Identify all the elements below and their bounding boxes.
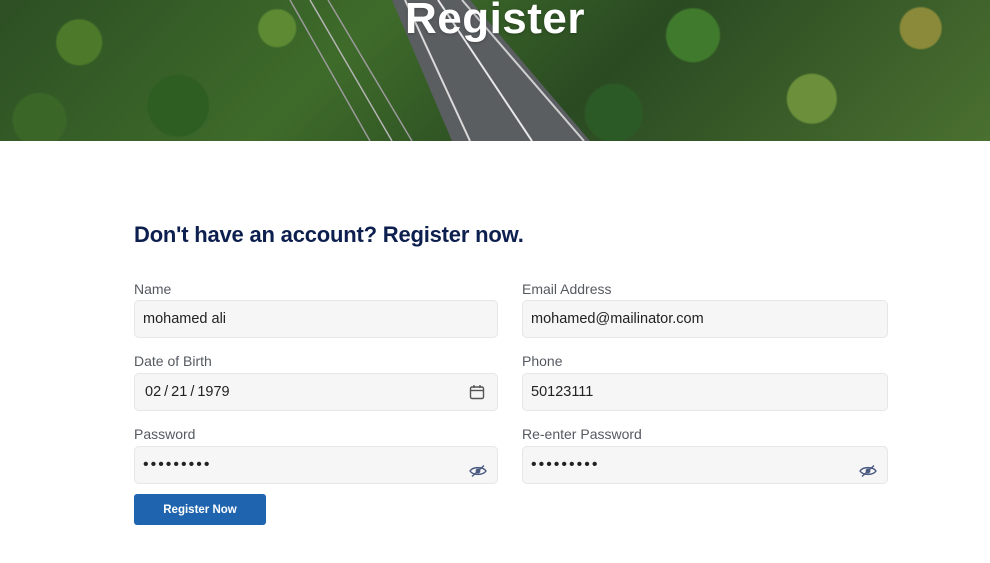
eye-icon[interactable] <box>469 464 487 478</box>
password-label: Password <box>134 426 196 442</box>
dob-year[interactable]: 1979 <box>197 384 229 400</box>
register-now-button[interactable]: Register Now <box>134 494 266 525</box>
name-label: Name <box>134 281 172 297</box>
dob-day[interactable]: 21 <box>171 384 187 400</box>
confirm-password-input[interactable] <box>523 447 887 483</box>
dob-value: 02/21/1979 <box>145 384 230 400</box>
email-label: Email Address <box>522 281 612 297</box>
phone-input[interactable] <box>523 374 887 410</box>
page-title: Register <box>404 0 586 43</box>
name-input[interactable] <box>135 301 497 337</box>
confirm-password-label: Re-enter Password <box>522 426 642 442</box>
password-input[interactable] <box>135 447 497 483</box>
calendar-icon[interactable] <box>469 384 485 400</box>
form-heading: Don't have an account? Register now. <box>134 222 524 247</box>
name-field-wrapper <box>134 300 498 338</box>
email-field-wrapper <box>522 300 888 338</box>
eye-icon[interactable] <box>859 464 877 478</box>
dob-month[interactable]: 02 <box>145 384 161 400</box>
phone-label: Phone <box>522 353 563 369</box>
confirm-password-field-wrapper <box>522 446 888 484</box>
email-input[interactable] <box>523 301 887 337</box>
hero-banner: Register <box>0 0 990 141</box>
dob-label: Date of Birth <box>134 353 212 369</box>
dob-input[interactable]: 02/21/1979 <box>134 373 498 411</box>
phone-field-wrapper <box>522 373 888 411</box>
password-field-wrapper <box>134 446 498 484</box>
